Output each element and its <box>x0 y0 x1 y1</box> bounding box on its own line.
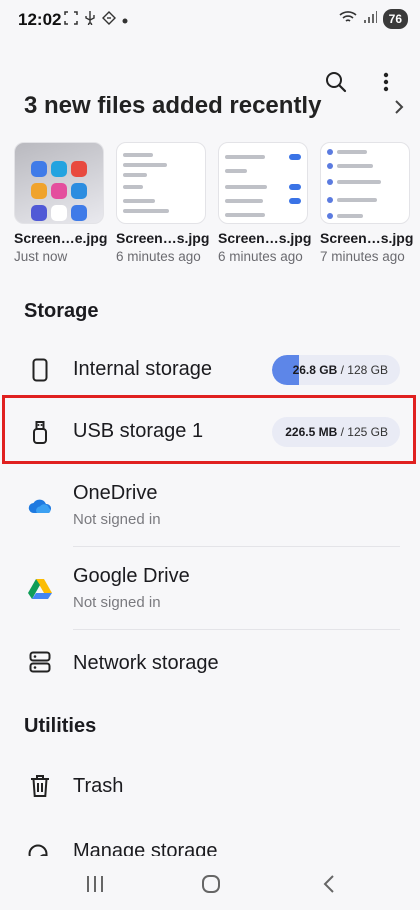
divider <box>73 629 400 630</box>
storage-item-internal[interactable]: Internal storage 26.8 GB / 128 GB <box>0 340 420 400</box>
file-thumbnail <box>116 142 206 224</box>
file-thumbnail <box>14 142 104 224</box>
file-thumbnail <box>320 142 410 224</box>
storage-sub: Not signed in <box>73 594 161 611</box>
recent-files-list: Screen…e.jpg Just now Screen…s.jpg 6 min… <box>14 142 420 264</box>
recents-icon[interactable] <box>80 872 110 896</box>
recent-file-item[interactable]: Screen…s.jpg 6 minutes ago <box>218 142 312 264</box>
onedrive-icon <box>26 492 54 520</box>
google-drive-icon <box>26 575 54 603</box>
recent-file-item[interactable]: Screen…s.jpg 6 minutes ago <box>116 142 210 264</box>
home-icon[interactable] <box>196 872 226 896</box>
storage-total: / 128 GB <box>340 363 388 377</box>
toolbar <box>322 68 400 96</box>
recent-files-header[interactable]: 3 new files added recently <box>24 96 404 124</box>
phone-icon <box>26 356 54 384</box>
recent-files-title: 3 new files added recently <box>24 96 322 119</box>
screenshot-icon <box>64 11 78 28</box>
storage-section-title: Storage <box>24 300 99 322</box>
storage-usage-pill: 26.8 GB / 128 GB <box>272 355 400 385</box>
manage-storage-icon <box>26 840 54 856</box>
network-storage-icon <box>26 648 54 676</box>
storage-label: OneDrive <box>73 482 158 504</box>
divider <box>73 546 400 547</box>
status-notification-icons <box>64 11 128 28</box>
status-system-icons: 76 <box>339 9 408 29</box>
navigation-bar <box>0 856 420 910</box>
file-thumbnail <box>218 142 308 224</box>
file-time: Just now <box>14 249 68 264</box>
storage-used: 26.8 GB <box>292 363 338 377</box>
usb-icon <box>84 11 96 28</box>
status-bar: 12:02 76 <box>0 0 420 40</box>
storage-item-onedrive[interactable]: OneDrive Not signed in <box>0 474 420 540</box>
file-name: Screen…s.jpg <box>116 230 210 246</box>
dot-icon <box>122 12 128 27</box>
status-time: 12:02 <box>18 10 62 29</box>
storage-item-google-drive[interactable]: Google Drive Not signed in <box>0 557 420 623</box>
recent-file-item[interactable]: Screen…s.jpg 7 minutes ago <box>320 142 414 264</box>
file-time: 6 minutes ago <box>218 249 303 264</box>
utility-item-trash[interactable]: Trash <box>0 756 420 816</box>
file-name: Screen…s.jpg <box>320 230 414 246</box>
recent-file-item[interactable]: Screen…e.jpg Just now <box>14 142 108 264</box>
utility-label: Trash <box>73 775 124 797</box>
more-vert-icon[interactable] <box>372 68 400 96</box>
storage-item-network[interactable]: Network storage <box>0 632 420 692</box>
back-icon[interactable] <box>314 872 344 896</box>
selection-highlight <box>2 395 416 464</box>
utility-label: Manage storage <box>73 840 218 856</box>
file-name: Screen…e.jpg <box>14 230 108 246</box>
file-name: Screen…s.jpg <box>218 230 312 246</box>
utilities-section-title: Utilities <box>24 715 97 737</box>
wifi-icon <box>339 10 357 29</box>
utility-item-manage-storage[interactable]: Manage storage <box>0 826 420 856</box>
signal-icon <box>363 10 377 29</box>
file-time: 7 minutes ago <box>320 249 405 264</box>
storage-label: Internal storage <box>73 358 212 380</box>
chevron-right-icon <box>394 98 404 119</box>
battery-indicator: 76 <box>382 9 408 29</box>
file-time: 6 minutes ago <box>116 249 201 264</box>
storage-label: Network storage <box>73 652 219 674</box>
storage-sub: Not signed in <box>73 511 161 528</box>
trash-icon <box>26 772 54 800</box>
search-icon[interactable] <box>322 68 350 96</box>
data-icon <box>102 11 116 28</box>
storage-label: Google Drive <box>73 565 190 587</box>
